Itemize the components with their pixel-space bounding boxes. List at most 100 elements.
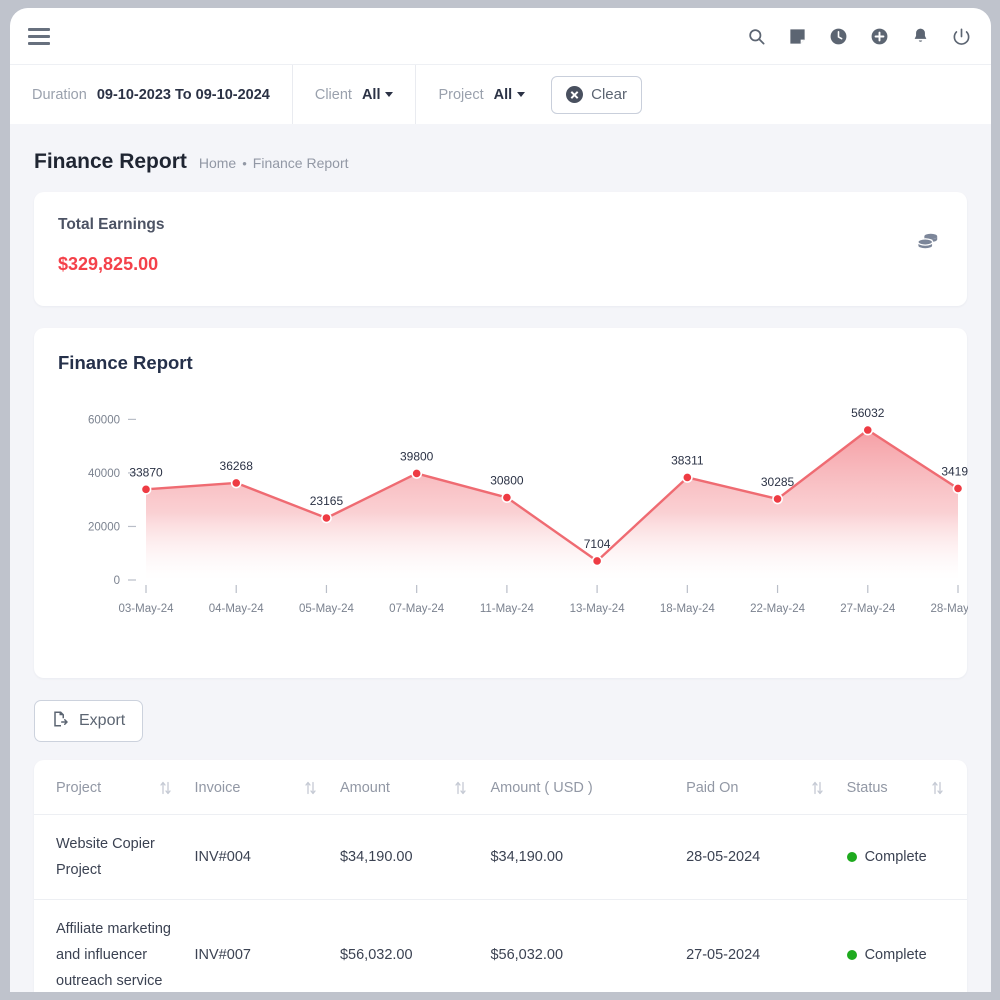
chart-area-fill — [146, 430, 958, 580]
sort-icon[interactable] — [305, 781, 316, 795]
table-header-label: Status — [846, 780, 888, 796]
sort-icon[interactable] — [159, 781, 171, 795]
svg-text:18-May-24: 18-May-24 — [660, 603, 716, 615]
svg-text:34190: 34190 — [941, 464, 968, 478]
breadcrumb-home[interactable]: Home — [199, 155, 236, 171]
power-icon[interactable] — [952, 27, 971, 46]
duration-filter[interactable]: Duration 09-10-2023 To 09-10-2024 — [10, 65, 293, 124]
svg-text:03-May-24: 03-May-24 — [119, 603, 175, 615]
table-header-label: Amount — [339, 780, 390, 796]
svg-text:33870: 33870 — [129, 465, 163, 479]
search-icon[interactable] — [747, 27, 766, 46]
svg-text:0: 0 — [114, 575, 120, 587]
export-row: Export — [10, 678, 991, 742]
clock-icon[interactable] — [829, 27, 848, 46]
page-title: Finance Report — [34, 150, 187, 173]
svg-text:36268: 36268 — [220, 459, 254, 473]
finance-chart-card: Finance Report 0 20000 40000 60000 33870 362… — [34, 328, 968, 678]
table-head: Project Invoice Amount Amount ( USD ) Pai… — [34, 760, 967, 815]
svg-text:23165: 23165 — [310, 494, 344, 508]
chart-x-axis: 03-May-24 04-May-24 05-May-24 07-May-24 11-M… — [119, 585, 968, 615]
table-header-paid-on[interactable]: Paid On — [686, 760, 847, 815]
svg-text:30285: 30285 — [761, 475, 795, 489]
table-header-label: Amount ( USD ) — [490, 780, 593, 796]
svg-text:04-May-24: 04-May-24 — [209, 603, 265, 615]
status-label: Complete — [864, 947, 927, 963]
breadcrumb-separator: • — [242, 155, 247, 171]
invoice-cell: INV#007 — [194, 899, 340, 992]
amount-usd-cell: $56,032.00 — [490, 899, 687, 992]
chart-area: 0 20000 40000 60000 33870 36268 23165 39800 308… — [58, 388, 968, 668]
paid-on-cell: 27-05-2024 — [686, 899, 847, 992]
top-navbar — [10, 8, 991, 64]
filter-bar: Duration 09-10-2023 To 09-10-2024 Client… — [10, 64, 991, 124]
file-export-icon — [52, 710, 70, 733]
sort-icon[interactable] — [455, 781, 467, 795]
svg-text:30800: 30800 — [490, 474, 524, 488]
table-row[interactable]: Website Copier Project INV#004 $34,190.00 $… — [34, 814, 967, 900]
finance-area-chart: 0 20000 40000 60000 33870 36268 23165 39800 308… — [88, 406, 968, 615]
sort-icon[interactable] — [811, 781, 823, 795]
bell-icon[interactable] — [911, 27, 930, 46]
status-badge: Complete — [846, 844, 957, 870]
export-button-label: Export — [79, 712, 126, 729]
svg-text:07-May-24: 07-May-24 — [389, 603, 445, 615]
client-select[interactable]: All — [362, 87, 394, 103]
client-value: All — [361, 86, 381, 103]
project-value: All — [493, 86, 513, 103]
status-cell: Complete — [846, 899, 967, 992]
table-header-amount-usd[interactable]: Amount ( USD ) — [490, 760, 687, 815]
hamburger-menu-icon[interactable] — [28, 27, 50, 45]
status-badge: Complete — [846, 942, 957, 968]
table-row[interactable]: Affiliate marketing and influencer outre… — [34, 899, 967, 992]
amount-cell: $34,190.00 — [339, 814, 491, 900]
table-header-status[interactable]: Status — [846, 760, 967, 815]
table-header-invoice[interactable]: Invoice — [194, 760, 340, 815]
finance-table-card: Project Invoice Amount Amount ( USD ) Pai… — [34, 760, 967, 992]
table-header-project[interactable]: Project — [34, 760, 195, 815]
project-cell: Website Copier Project — [34, 814, 195, 900]
total-earnings-value: $329,825.00 — [58, 254, 159, 274]
plus-circle-icon[interactable] — [870, 27, 889, 46]
paid-on-cell: 28-05-2024 — [686, 814, 847, 900]
table-header-amount[interactable]: Amount — [339, 760, 491, 815]
project-select[interactable]: All — [494, 87, 526, 103]
table-header-row: Project Invoice Amount Amount ( USD ) Pai… — [34, 760, 967, 815]
table-header-label: Paid On — [686, 780, 739, 796]
svg-text:39800: 39800 — [400, 449, 434, 463]
project-cell: Affiliate marketing and influencer outre… — [34, 899, 195, 992]
topbar-icon-group — [747, 27, 971, 46]
amount-cell: $56,032.00 — [339, 899, 491, 992]
note-icon[interactable] — [788, 27, 807, 46]
table-header-label: Project — [56, 780, 102, 796]
client-filter[interactable]: Client All — [293, 65, 417, 124]
page-header: Finance Report Home • Finance Report — [10, 124, 991, 174]
duration-label: Duration — [32, 86, 87, 103]
svg-text:05-May-24: 05-May-24 — [299, 603, 355, 615]
svg-text:40000: 40000 — [88, 468, 120, 480]
svg-text:7104: 7104 — [584, 537, 611, 551]
coins-icon — [915, 230, 941, 259]
total-earnings-label: Total Earnings — [58, 216, 165, 233]
status-dot-icon — [846, 950, 857, 960]
status-label: Complete — [864, 849, 927, 865]
chart-title: Finance Report — [58, 352, 193, 373]
total-earnings-card: Total Earnings $329,825.00 — [34, 192, 967, 306]
duration-value[interactable]: 09-10-2023 To 09-10-2024 — [97, 87, 270, 103]
svg-text:20000: 20000 — [88, 521, 120, 533]
project-filter[interactable]: Project All — [416, 65, 547, 124]
chart-y-axis: 0 20000 40000 60000 — [88, 414, 136, 587]
invoice-cell: INV#004 — [194, 814, 340, 900]
sort-icon[interactable] — [932, 781, 943, 795]
svg-text:60000: 60000 — [88, 414, 120, 426]
chevron-down-icon — [385, 92, 394, 97]
svg-text:27-May-24: 27-May-24 — [840, 603, 896, 615]
breadcrumb: Home • Finance Report — [199, 155, 349, 171]
finance-table: Project Invoice Amount Amount ( USD ) Pai… — [34, 760, 967, 992]
chevron-down-icon — [517, 92, 526, 97]
close-circle-icon — [566, 86, 584, 103]
export-button[interactable]: Export — [34, 700, 144, 742]
clear-button[interactable]: Clear — [551, 75, 642, 114]
status-dot-icon — [846, 852, 857, 862]
breadcrumb-current: Finance Report — [252, 155, 349, 171]
